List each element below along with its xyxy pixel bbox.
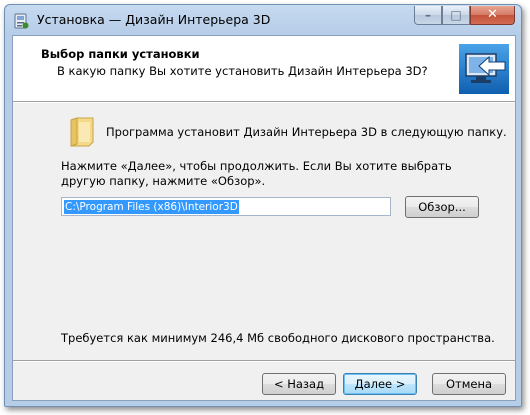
window-title: Установка — Дизайн Интерьера 3D [37,12,271,27]
caption-buttons: – □ ✕ [414,6,515,25]
disk-space-text: Требуется как минимум 246,4 Мб свободног… [61,331,495,345]
minimize-button[interactable]: – [414,6,442,25]
close-icon: ✕ [487,7,498,22]
back-button[interactable]: < Назад [262,373,336,395]
intro-text: Программа установит Дизайн Интерьера 3D … [106,125,507,139]
computer-install-arrow-icon [459,44,509,94]
next-button[interactable]: Далее > [343,373,417,395]
folder-icon [69,116,95,148]
install-path-input[interactable]: C:\Program Files (x86)\Interior3D [61,197,391,216]
footer-separator-highlight [13,361,515,362]
browse-button[interactable]: Обзор... [405,196,479,218]
page-subtitle: В какую папку Вы хотите установить Дизай… [57,64,428,78]
installer-window: Установка — Дизайн Интерьера 3D – □ ✕ Вы… [4,4,522,407]
maximize-button[interactable]: □ [442,6,470,25]
install-path-value: C:\Program Files (x86)\Interior3D [64,200,239,214]
hint-text: Нажмите «Далее», чтобы продолжить. Если … [61,159,452,188]
page-title: Выбор папки установки [41,47,200,61]
cancel-button[interactable]: Отмена [432,373,506,395]
header-separator [13,102,515,103]
wizard-client-area: Выбор папки установки В какую папку Вы х… [12,35,516,401]
minimize-icon: – [425,8,431,22]
installer-icon[interactable] [13,13,29,29]
title-bar[interactable]: Установка — Дизайн Интерьера 3D – □ ✕ [5,5,521,35]
wizard-header: Выбор папки установки В какую папку Вы х… [13,36,515,102]
maximize-icon: □ [450,8,462,22]
close-button[interactable]: ✕ [470,6,515,25]
